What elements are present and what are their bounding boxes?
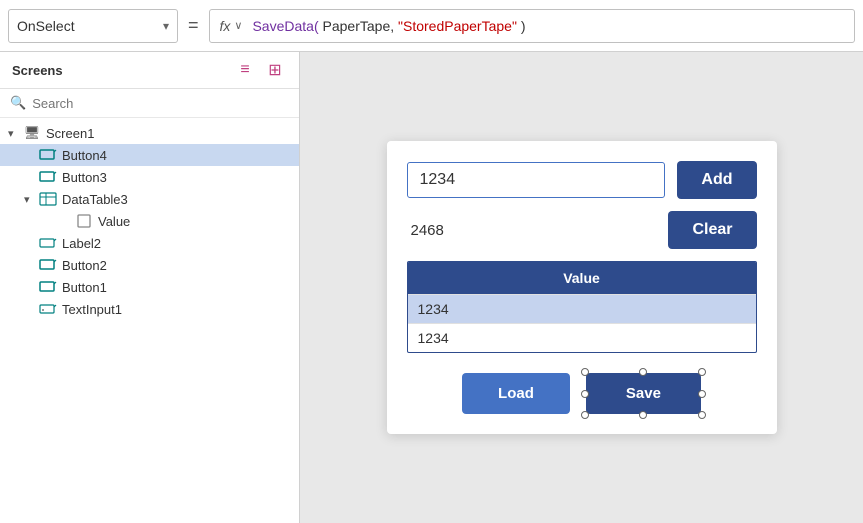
canvas-area: Add 2468 Clear Value 1234 1234 Load Save — [300, 52, 863, 523]
sidebar-item-value[interactable]: Value — [0, 210, 299, 232]
load-button[interactable]: Load — [462, 373, 570, 414]
save-button[interactable]: Save — [586, 373, 701, 414]
sidebar-icon-group: ≡ ⊞ — [233, 60, 287, 80]
button4-icon — [38, 147, 58, 163]
clear-button[interactable]: Clear — [668, 211, 756, 249]
select-value: OnSelect — [17, 18, 75, 34]
value-icon — [74, 213, 94, 229]
screen-icon: 🖥 — [22, 125, 42, 141]
text-input[interactable] — [407, 162, 666, 198]
tree-arrow-screen1: ▾ — [8, 127, 22, 140]
tree-area: ▾ 🖥 Screen1 Button4 — [0, 118, 299, 523]
textinput1-icon — [38, 301, 58, 317]
datatable-row-1[interactable]: 1234 — [408, 323, 756, 352]
label-2468: 2468 — [407, 222, 657, 239]
sidebar-item-button2[interactable]: Button2 — [0, 254, 299, 276]
row-input-add: Add — [407, 161, 757, 199]
add-button[interactable]: Add — [677, 161, 756, 199]
tree-label-button2: Button2 — [62, 258, 107, 273]
formula-bar[interactable]: fx ∨ SaveData( PaperTape, "StoredPaperTa… — [209, 9, 855, 43]
list-view-icon[interactable]: ≡ — [233, 60, 257, 80]
search-input[interactable] — [32, 96, 289, 111]
formula-string: "StoredPaperTape" — [398, 18, 517, 34]
handle-bottom-right — [698, 411, 706, 419]
top-bar: OnSelect ▾ = fx ∨ SaveData( PaperTape, "… — [0, 0, 863, 52]
tree-label-button1: Button1 — [62, 280, 107, 295]
sidebar-title: Screens — [12, 63, 225, 78]
handle-bottom-middle — [639, 411, 647, 419]
handle-top-right — [698, 368, 706, 376]
tree-label-screen1: Screen1 — [46, 126, 94, 141]
equals-sign: = — [178, 15, 209, 36]
tree-label-textinput1: TextInput1 — [62, 302, 122, 317]
sidebar-header: Screens ≡ ⊞ — [0, 52, 299, 89]
datatable: Value 1234 1234 — [407, 261, 757, 353]
datatable-row-0[interactable]: 1234 — [408, 294, 756, 323]
handle-middle-right — [698, 390, 706, 398]
app-screen: Add 2468 Clear Value 1234 1234 Load Save — [387, 141, 777, 434]
row-label-clear: 2468 Clear — [407, 211, 757, 249]
sidebar-item-textinput1[interactable]: TextInput1 — [0, 298, 299, 320]
datatable3-icon — [38, 191, 58, 207]
sidebar-item-datatable3[interactable]: ▾ DataTable3 — [0, 188, 299, 210]
select-chevron: ▾ — [163, 19, 169, 33]
tree-label-label2: Label2 — [62, 236, 101, 251]
sidebar-item-label2[interactable]: Label2 — [0, 232, 299, 254]
search-bar: 🔍 — [0, 89, 299, 118]
handle-middle-left — [581, 390, 589, 398]
handle-top-left — [581, 368, 589, 376]
row-buttons: Load Save — [407, 365, 757, 414]
main-area: Screens ≡ ⊞ 🔍 ▾ 🖥 Screen1 — [0, 52, 863, 523]
button1-icon — [38, 279, 58, 295]
tree-label-button4: Button4 — [62, 148, 107, 163]
button3-icon — [38, 169, 58, 185]
sidebar-item-button3[interactable]: Button3 — [0, 166, 299, 188]
grid-view-icon[interactable]: ⊞ — [263, 60, 287, 80]
formula-close: ) — [521, 18, 526, 34]
formula-text: SaveData( PaperTape, "StoredPaperTape" ) — [252, 18, 525, 34]
formula-param1: PaperTape, — [323, 18, 399, 34]
save-button-wrapper: Save — [586, 373, 701, 414]
label2-icon — [38, 235, 58, 251]
fx-label: fx — [220, 18, 231, 34]
sidebar-item-screen1[interactable]: ▾ 🖥 Screen1 — [0, 122, 299, 144]
handle-bottom-left — [581, 411, 589, 419]
sidebar: Screens ≡ ⊞ 🔍 ▾ 🖥 Screen1 — [0, 52, 300, 523]
datatable-header: Value — [408, 262, 756, 294]
tree-label-datatable3: DataTable3 — [62, 192, 128, 207]
sidebar-item-button1[interactable]: Button1 — [0, 276, 299, 298]
fx-chevron: ∨ — [234, 19, 242, 32]
tree-label-value: Value — [98, 214, 130, 229]
formula-keyword: SaveData( — [252, 18, 318, 34]
button2-icon — [38, 257, 58, 273]
tree-arrow-datatable3: ▾ — [24, 193, 38, 206]
sidebar-item-button4[interactable]: Button4 — [0, 144, 299, 166]
handle-top-middle — [639, 368, 647, 376]
tree-label-button3: Button3 — [62, 170, 107, 185]
property-select[interactable]: OnSelect ▾ — [8, 9, 178, 43]
search-icon: 🔍 — [10, 95, 26, 111]
